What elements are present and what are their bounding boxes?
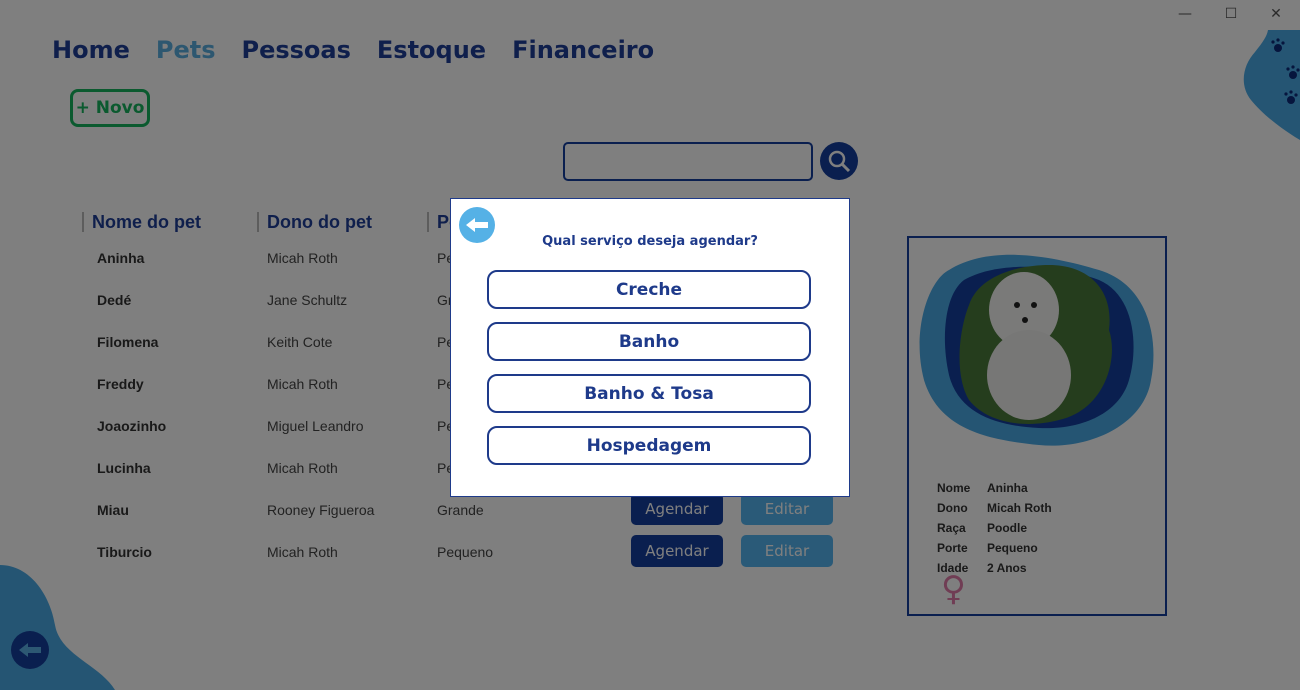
dialog-title: Qual serviço deseja agendar? bbox=[542, 234, 758, 249]
service-option-creche[interactable]: Creche bbox=[487, 270, 811, 309]
service-option-hospedagem[interactable]: Hospedagem bbox=[487, 426, 811, 465]
arrow-left-icon bbox=[466, 218, 488, 232]
schedule-service-dialog: Qual serviço deseja agendar? Creche Banh… bbox=[450, 198, 850, 497]
service-option-banho[interactable]: Banho bbox=[487, 322, 811, 361]
service-option-banho-tosa[interactable]: Banho & Tosa bbox=[487, 374, 811, 413]
